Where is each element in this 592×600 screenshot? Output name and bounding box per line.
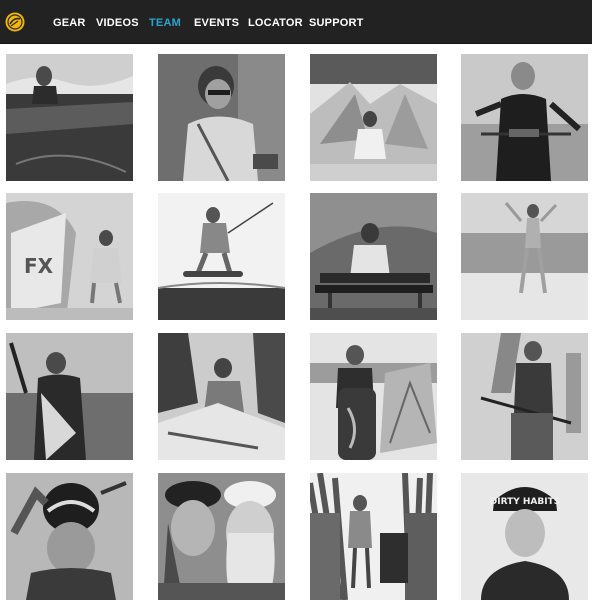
- team-photo-tile[interactable]: [158, 473, 285, 600]
- team-member-photo: [6, 333, 133, 460]
- team-member-photo: [310, 54, 437, 181]
- nav-item-videos[interactable]: VIDEOS: [96, 0, 139, 44]
- team-photo-tile[interactable]: [461, 54, 588, 181]
- team-member-photo: [158, 193, 285, 320]
- nav-item-team[interactable]: TEAM: [149, 0, 181, 44]
- team-photo-tile[interactable]: [461, 193, 588, 320]
- top-navigation-bar: GEAR VIDEOS TEAM EVENTS LOCATOR SUPPORT: [0, 0, 592, 44]
- team-member-photo: [310, 473, 437, 600]
- svg-text:FX: FX: [24, 254, 54, 278]
- team-member-photo: [158, 473, 285, 600]
- team-photo-tile[interactable]: [461, 333, 588, 460]
- team-photo-tile[interactable]: [6, 54, 133, 181]
- team-member-photo: [461, 54, 588, 181]
- team-member-photo: [158, 54, 285, 181]
- team-photo-tile[interactable]: [6, 333, 133, 460]
- nav-item-support[interactable]: SUPPORT: [309, 0, 364, 44]
- team-member-photo: [6, 54, 133, 181]
- team-member-photo: [461, 333, 588, 460]
- team-photo-tile[interactable]: [158, 333, 285, 460]
- team-photo-tile[interactable]: [158, 193, 285, 320]
- nav-item-locator[interactable]: LOCATOR: [248, 0, 303, 44]
- cap-text: DIRTY HABITS: [490, 497, 560, 507]
- team-member-photo: [158, 333, 285, 460]
- team-member-photo: DIRTY HABITS: [461, 473, 588, 600]
- team-member-photo: [461, 193, 588, 320]
- team-photo-tile[interactable]: FX: [6, 193, 133, 320]
- team-member-photo: [6, 473, 133, 600]
- nav-item-gear[interactable]: GEAR: [53, 0, 86, 44]
- team-member-photo: [310, 193, 437, 320]
- team-photo-tile[interactable]: [158, 54, 285, 181]
- team-member-photo: FX: [6, 193, 133, 320]
- team-photo-grid: FX DIRTY HABITS: [0, 44, 592, 600]
- nav-item-events[interactable]: EVENTS: [194, 0, 239, 44]
- team-photo-tile[interactable]: [310, 54, 437, 181]
- team-photo-tile[interactable]: [310, 193, 437, 320]
- team-photo-tile[interactable]: DIRTY HABITS: [461, 473, 588, 600]
- team-photo-tile[interactable]: [310, 333, 437, 460]
- team-member-photo: [310, 333, 437, 460]
- team-photo-tile[interactable]: [6, 473, 133, 600]
- cabrinha-logo-icon[interactable]: [5, 12, 25, 32]
- team-photo-tile[interactable]: [310, 473, 437, 600]
